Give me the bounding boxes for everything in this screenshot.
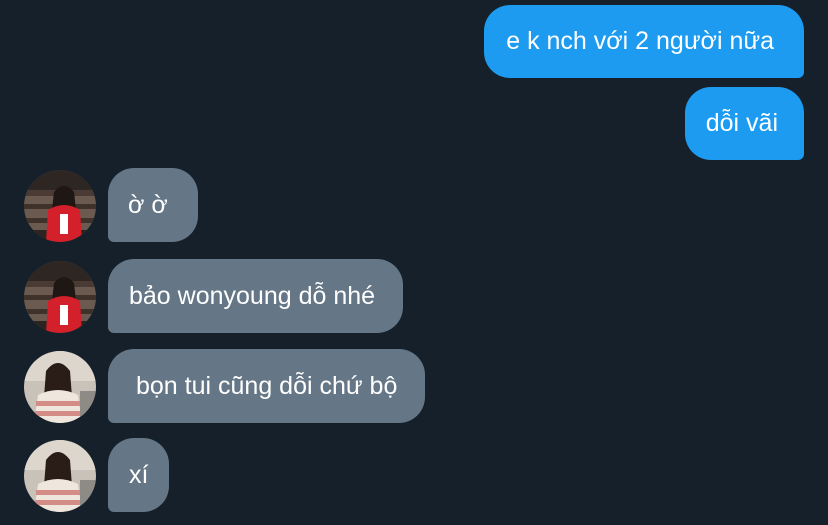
sender-avatar[interactable] bbox=[24, 261, 96, 333]
message-text: ờ ờ bbox=[128, 190, 168, 219]
sender-avatar[interactable] bbox=[24, 351, 96, 423]
avatar-photo-striped-sweater bbox=[24, 351, 96, 423]
outgoing-message-bubble[interactable]: dỗi vãi bbox=[684, 87, 804, 160]
sender-avatar[interactable] bbox=[24, 170, 96, 242]
outgoing-message-bubble[interactable]: e k nch với 2 người nữa bbox=[484, 5, 804, 78]
message-text: bảo wonyoung dỗ nhé bbox=[129, 281, 376, 310]
incoming-message-bubble[interactable]: bảo wonyoung dỗ nhé bbox=[108, 259, 404, 333]
incoming-message-bubble[interactable]: xí bbox=[108, 438, 170, 512]
message-text: bọn tui cũng dỗi chứ bộ bbox=[136, 371, 398, 400]
sender-avatar[interactable] bbox=[24, 440, 96, 512]
message-text: xí bbox=[129, 460, 149, 489]
message-text: e k nch với 2 người nữa bbox=[506, 27, 774, 55]
avatar-photo-striped-sweater bbox=[24, 440, 96, 512]
message-text: dỗi vãi bbox=[705, 109, 778, 137]
avatar-photo-red-outfit bbox=[24, 261, 96, 333]
avatar-photo-red-outfit bbox=[24, 170, 96, 242]
chat-conversation: e k nch với 2 người nữa dỗi vãi ờ ờ bảo … bbox=[0, 0, 828, 525]
incoming-message-bubble[interactable]: ờ ờ bbox=[108, 168, 198, 242]
incoming-message-bubble[interactable]: bọn tui cũng dỗi chứ bộ bbox=[108, 349, 426, 423]
